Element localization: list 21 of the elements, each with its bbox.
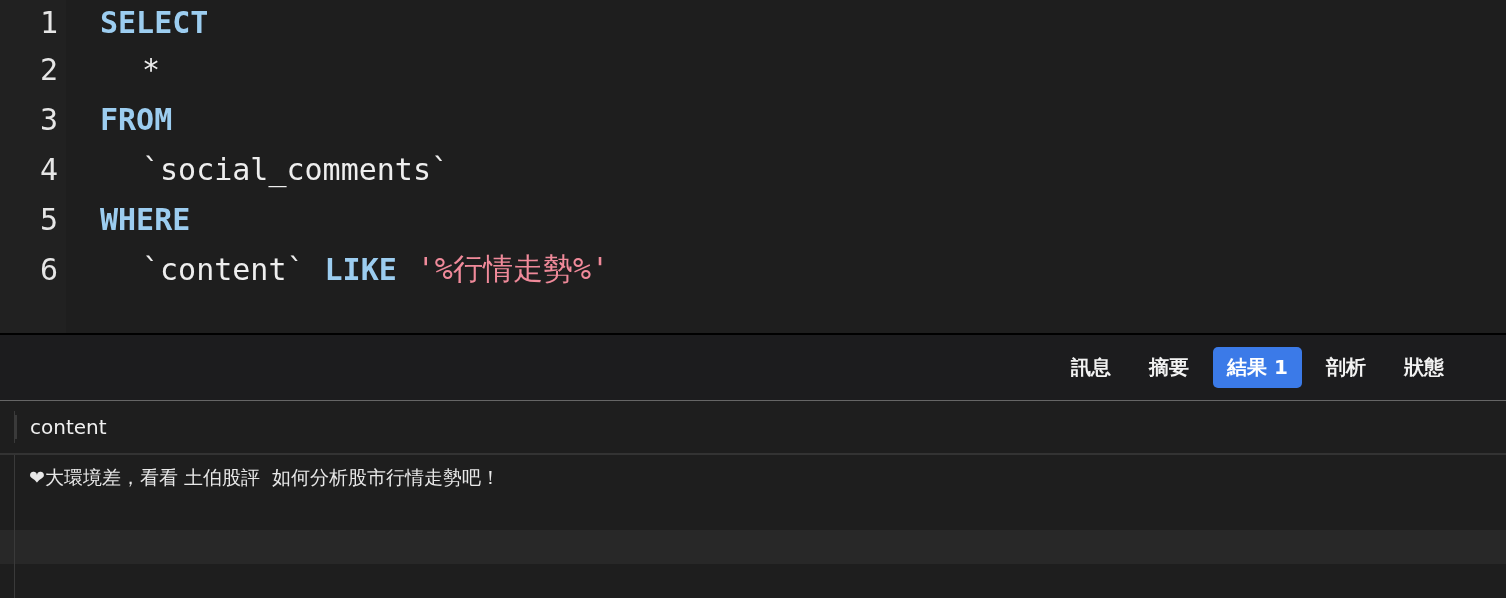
code-token: LIKE (324, 251, 397, 287)
result-tab[interactable]: 訊息 (1057, 346, 1126, 388)
column-header[interactable]: content (15, 415, 107, 439)
code-token: FROM (100, 101, 173, 137)
line-number: 1 (39, 4, 58, 40)
code-token: * (142, 51, 161, 87)
table-cell-text: ❤大環境差，看看 土伯股評 如何分析股市行情走勢吧！ (28, 465, 501, 490)
line-number: 4 (39, 151, 58, 187)
line-number: 3 (39, 101, 58, 137)
code-token: '%行情走勢%' (416, 249, 610, 288)
code-token: `social_comments` (142, 151, 450, 187)
line-number: 2 (39, 51, 58, 87)
code-token: WHERE (100, 201, 191, 237)
result-tab[interactable]: 狀態 (1390, 346, 1458, 388)
line-number: 5 (39, 201, 58, 237)
result-tab[interactable]: 摘要 (1135, 346, 1204, 388)
line-number: 6 (39, 251, 58, 287)
result-tab[interactable]: 剖析 (1312, 346, 1380, 388)
code-token: `content` (142, 251, 305, 287)
result-tab[interactable]: 結果 1 (1213, 346, 1302, 388)
code-token: SELECT (100, 4, 209, 40)
